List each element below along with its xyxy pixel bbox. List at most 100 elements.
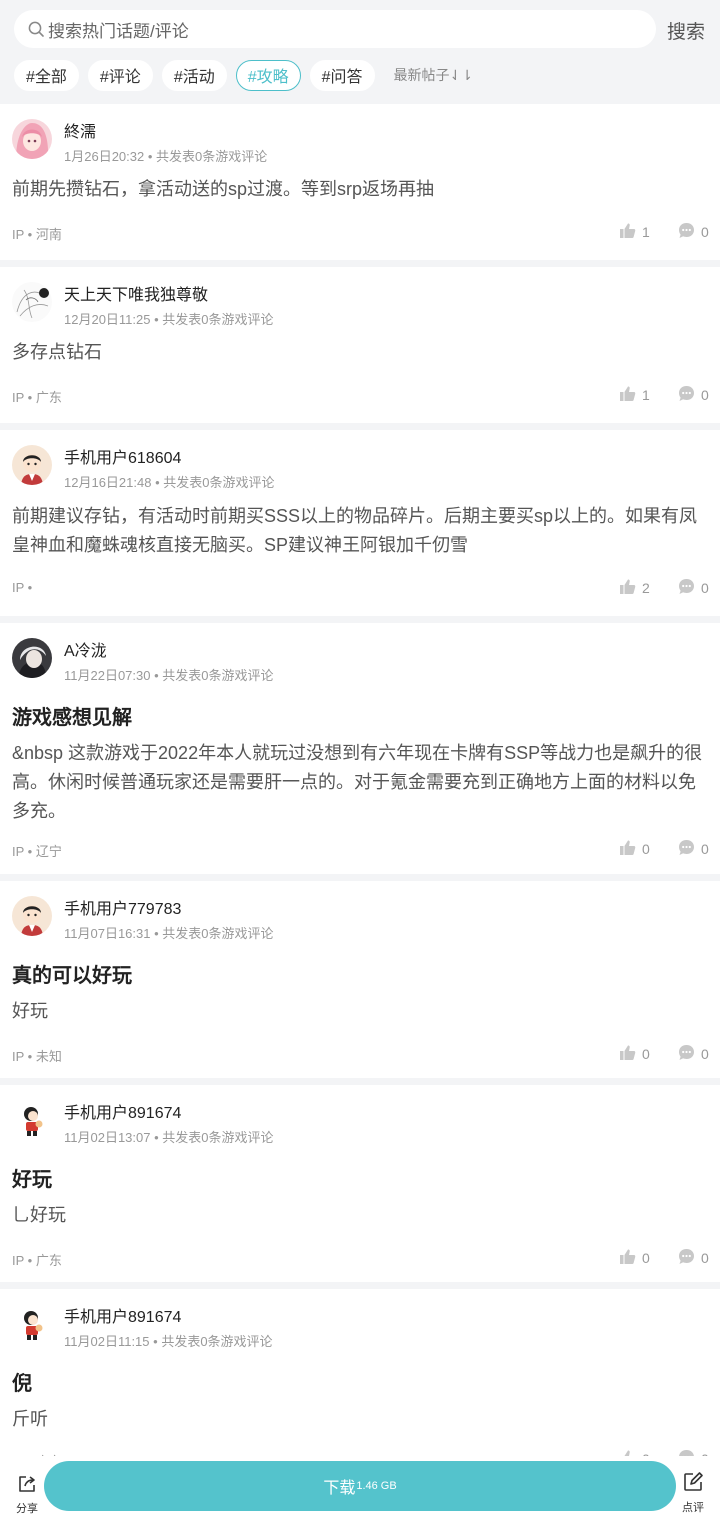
post-meta: 12月20日11:25 • 共发表0条游戏评论 <box>64 312 274 327</box>
post-meta: 1月26日20:32 • 共发表0条游戏评论 <box>64 149 268 164</box>
sort-dropdown[interactable]: 最新帖子⇃⇂ <box>394 65 473 85</box>
avatar[interactable] <box>12 896 52 936</box>
post-item[interactable]: 手机用户618604 12月16日21:48 • 共发表0条游戏评论 前期建议存… <box>0 430 720 616</box>
comment-count: 0 <box>701 387 709 403</box>
review-count: 共发表0条游戏评论 <box>161 1334 273 1349</box>
review-count: 共发表0条游戏评论 <box>162 1130 274 1145</box>
download-button[interactable]: 下载 1.46 GB <box>44 1461 676 1511</box>
like-button[interactable]: 0 <box>619 839 650 859</box>
share-button[interactable]: 分享 <box>10 1474 44 1516</box>
post-title[interactable]: 好玩 <box>12 1163 52 1192</box>
comment-button[interactable]: 0 <box>678 578 709 598</box>
rate-label: 点评 <box>682 1502 704 1514</box>
post-time: 11月02日13:07 <box>64 1130 151 1145</box>
download-label: 下载 <box>323 1480 356 1497</box>
post-meta: 11月02日13:07 • 共发表0条游戏评论 <box>64 1130 274 1145</box>
edit-icon <box>682 1471 704 1498</box>
ip-location: IP • 河南 <box>12 227 62 242</box>
ip-location: IP • 未知 <box>12 1049 62 1064</box>
post-title[interactable]: 倪 <box>12 1367 32 1396</box>
post-item[interactable]: A冷泷 11月22日07:30 • 共发表0条游戏评论 游戏感想见解 &nbsp… <box>0 623 720 874</box>
share-icon <box>17 1474 37 1499</box>
ip-location: IP • <box>12 580 33 595</box>
post-content[interactable]: 前期建议存钻，有活动时前期买SSS以上的物品碎片。后期主要买sp以上的。如果有凤… <box>12 502 708 560</box>
post-content[interactable]: 多存点钻石 <box>12 338 708 367</box>
post-meta: 11月22日07:30 • 共发表0条游戏评论 <box>64 668 274 683</box>
tag-qa[interactable]: #问答 <box>309 59 375 91</box>
username[interactable]: 手机用户891674 <box>64 1303 181 1327</box>
post-time: 12月16日21:48 <box>64 475 152 490</box>
post-content[interactable]: &nbsp 这款游戏于2022年本人就玩过没想到有六年现在卡牌有SSP等战力也是… <box>12 739 708 826</box>
post-meta: 11月02日11:15 • 共发表0条游戏评论 <box>64 1334 273 1349</box>
tag-all[interactable]: #全部 <box>14 59 79 91</box>
tag-review[interactable]: #评论 <box>87 59 153 91</box>
search-input[interactable]: 搜索热门话题/评论 <box>14 10 656 48</box>
post-time: 1月26日20:32 <box>64 149 145 164</box>
post-item[interactable]: 手机用户779783 11月07日16:31 • 共发表0条游戏评论 真的可以好… <box>0 881 720 1078</box>
comment-button[interactable]: 0 <box>678 385 709 405</box>
thumbs-up-icon <box>619 1044 642 1064</box>
post-item[interactable]: 天上天下唯我独尊敬 12月20日11:25 • 共发表0条游戏评论 多存点钻石 … <box>0 267 720 423</box>
tag-guide[interactable]: #攻略 <box>235 59 301 91</box>
post-title[interactable]: 真的可以好玩 <box>12 959 132 988</box>
post-content[interactable]: 斤听 <box>12 1405 708 1434</box>
rate-button[interactable]: 点评 <box>676 1471 710 1515</box>
post-title[interactable]: 游戏感想见解 <box>12 701 132 730</box>
like-button[interactable]: 2 <box>619 578 650 598</box>
ip-location: IP • 广东 <box>12 390 62 405</box>
review-count: 共发表0条游戏评论 <box>162 668 274 683</box>
post-time: 12月20日11:25 <box>64 312 151 327</box>
search-icon <box>26 19 46 39</box>
comment-count: 0 <box>701 1046 709 1062</box>
avatar[interactable] <box>12 1304 52 1344</box>
avatar[interactable] <box>12 119 52 159</box>
username[interactable]: A冷泷 <box>64 637 107 661</box>
review-count: 共发表0条游戏评论 <box>156 149 268 164</box>
review-count: 共发表0条游戏评论 <box>162 312 274 327</box>
comment-count: 0 <box>701 580 709 596</box>
username[interactable]: 手机用户779783 <box>64 895 181 919</box>
like-count: 1 <box>642 224 650 240</box>
thumbs-up-icon <box>619 839 642 859</box>
ip-location: IP • 辽宁 <box>12 844 62 859</box>
tag-activity[interactable]: #活动 <box>161 59 227 91</box>
post-content[interactable]: 前期先攒钻石，拿活动送的sp过渡。等到srp返场再抽 <box>12 175 708 204</box>
comment-bubble-icon <box>678 578 701 598</box>
post-item[interactable]: 手机用户891674 11月02日13:07 • 共发表0条游戏评论 好玩 乚好… <box>0 1085 720 1282</box>
share-label: 分享 <box>16 1503 38 1515</box>
post-content[interactable]: 好玩 <box>12 997 708 1026</box>
comment-bubble-icon <box>678 385 701 405</box>
comment-button[interactable]: 0 <box>678 1044 709 1064</box>
comment-button[interactable]: 0 <box>678 839 709 859</box>
tag-filter-bar: #全部 #评论 #活动 #攻略 #问答 最新帖子⇃⇂ <box>14 59 473 91</box>
avatar[interactable] <box>12 638 52 678</box>
post-content[interactable]: 乚好玩 <box>12 1201 708 1230</box>
post-item[interactable]: 終濡 1月26日20:32 • 共发表0条游戏评论 前期先攒钻石，拿活动送的sp… <box>0 104 720 260</box>
like-button[interactable]: 0 <box>619 1044 650 1064</box>
avatar[interactable] <box>12 445 52 485</box>
username[interactable]: 終濡 <box>64 118 96 142</box>
username[interactable]: 手机用户618604 <box>64 444 181 468</box>
avatar[interactable] <box>12 1100 52 1140</box>
search-placeholder: 搜索热门话题/评论 <box>48 21 189 41</box>
avatar[interactable] <box>12 282 52 322</box>
like-count: 0 <box>642 841 650 857</box>
username[interactable]: 手机用户891674 <box>64 1099 181 1123</box>
like-button[interactable]: 0 <box>619 1248 650 1268</box>
comment-button[interactable]: 0 <box>678 1248 709 1268</box>
search-button[interactable]: 搜索 <box>667 17 705 44</box>
thumbs-up-icon <box>619 1248 642 1268</box>
comment-count: 0 <box>701 841 709 857</box>
comment-count: 0 <box>701 1250 709 1266</box>
comment-bubble-icon <box>678 1044 701 1064</box>
like-count: 0 <box>642 1250 650 1266</box>
comment-button[interactable]: 0 <box>678 222 709 242</box>
like-button[interactable]: 1 <box>619 385 650 405</box>
like-button[interactable]: 1 <box>619 222 650 242</box>
username[interactable]: 天上天下唯我独尊敬 <box>64 281 208 305</box>
ip-location: IP • 广东 <box>12 1253 62 1268</box>
comment-bubble-icon <box>678 1248 701 1268</box>
like-count: 0 <box>642 1046 650 1062</box>
thumbs-up-icon <box>619 222 642 242</box>
comment-bubble-icon <box>678 839 701 859</box>
